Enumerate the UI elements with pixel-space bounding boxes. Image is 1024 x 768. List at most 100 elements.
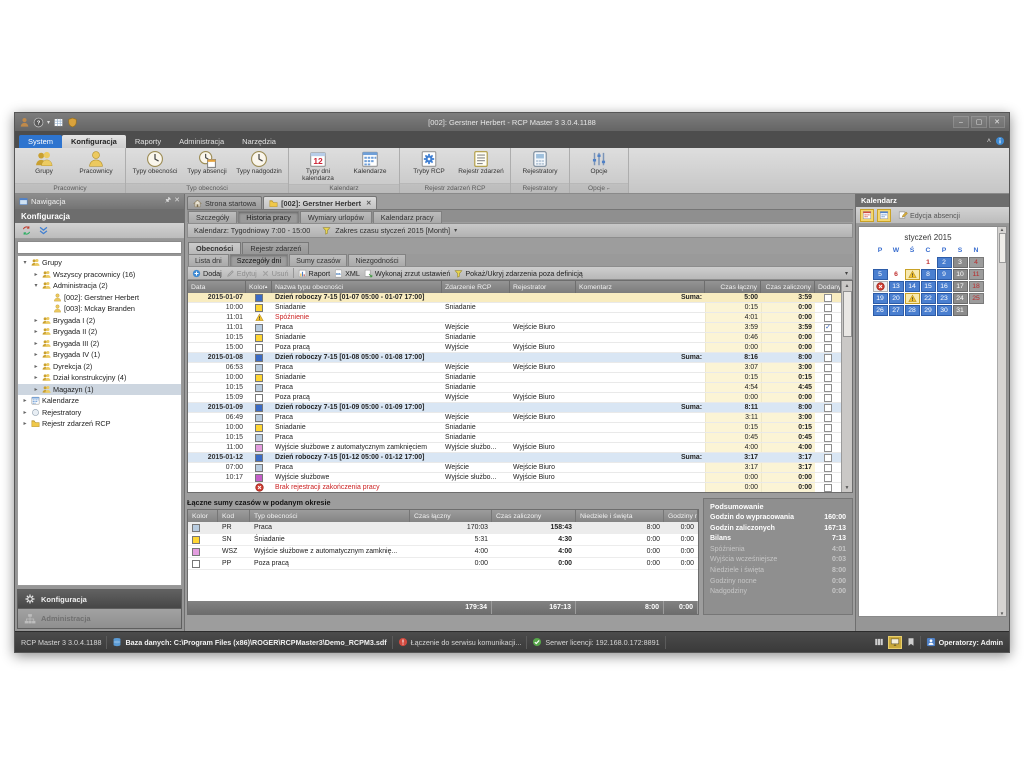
ribbon-button-rejestratory[interactable]: Rejestratory	[514, 149, 566, 177]
table-row[interactable]: 15:00Poza pracąWyjścieWyjście Biuro0:000…	[188, 343, 841, 353]
calendar-day-21[interactable]	[905, 293, 920, 304]
monitor-toggle-button[interactable]	[888, 636, 902, 649]
calendar-day-9[interactable]: 9	[937, 269, 952, 280]
ribbon-button-grupy[interactable]: Grupy	[18, 149, 70, 177]
calendar-day-29[interactable]: 29	[921, 305, 936, 316]
calendar-day-28[interactable]: 28	[905, 305, 920, 316]
nav-filter-input[interactable]	[18, 242, 181, 253]
summary-column-typ-obecności[interactable]: Typ obecności	[250, 510, 410, 522]
summary-row[interactable]: WSZWyjście służbowe z automatycznym zamk…	[188, 546, 698, 558]
tree-expander-icon[interactable]: ▸	[21, 420, 29, 427]
collapse-ribbon-icon[interactable]: ˄	[987, 138, 991, 145]
calendar-day-27[interactable]: 27	[889, 305, 904, 316]
table-row[interactable]: 15:09Poza pracąWyjścieWyjście Biuro0:000…	[188, 393, 841, 403]
calendar-day-17[interactable]: 17	[953, 281, 968, 292]
toolbar-button-wykonaj-zrzut-ustawień[interactable]: Wykonaj zrzut ustawień	[364, 269, 450, 278]
ribbon-button-tryby-rcp[interactable]: Tryby RCP	[403, 149, 455, 177]
close-button[interactable]: ✕	[989, 116, 1005, 128]
scroll-down-icon[interactable]: ▼	[845, 483, 850, 492]
tab-niezgodności[interactable]: Niezgodności	[348, 254, 405, 266]
checkbox-unchecked[interactable]	[824, 474, 832, 482]
checkbox-unchecked[interactable]	[824, 314, 832, 322]
ribbon-tab-narzędzia[interactable]: Narzędzia	[233, 135, 285, 148]
cal-scroll-up-icon[interactable]: ▲	[1000, 227, 1004, 232]
tree-expander-icon[interactable]: ▸	[32, 328, 40, 335]
tree-item-003-mckay-branden[interactable]: [003]: Mckay Branden	[18, 303, 181, 315]
table-row[interactable]: 10:15PracaŚniadanie4:544:45	[188, 383, 841, 393]
table-row[interactable]: 10:00ŚniadanieŚniadanie0:150:15	[188, 373, 841, 383]
tab-szczegóły-dni[interactable]: Szczegóły dni	[230, 254, 288, 266]
checkbox-unchecked[interactable]	[824, 294, 832, 302]
checkbox-unchecked[interactable]	[824, 404, 832, 412]
calendar-scrollbar[interactable]: ▲ ▼	[997, 227, 1006, 616]
calendar-day-13[interactable]: 13	[889, 281, 904, 292]
calendar-day-6[interactable]: 6	[889, 269, 904, 280]
ribbon-button-typy-obecności[interactable]: Typy obecności	[129, 149, 181, 177]
tree-item-dział-konstrukcyjny-4[interactable]: ▸Dział konstrukcyjny (4)	[18, 372, 181, 384]
calendar-day-24[interactable]: 24	[953, 293, 968, 304]
table-row[interactable]: 10:15PracaŚniadanie0:450:45	[188, 433, 841, 443]
tree-expander-icon[interactable]: ▸	[21, 397, 29, 404]
table-row[interactable]: 10:17Wyjście służboweWyjście służbo...Wy…	[188, 473, 841, 483]
summary-column-godziny-nocne[interactable]: Godziny nocne	[664, 510, 698, 522]
minimize-button[interactable]: –	[953, 116, 969, 128]
summary-column-czas-zaliczony[interactable]: Czas zaliczony	[492, 510, 576, 522]
help-icon[interactable]: ?	[33, 117, 44, 128]
tree-expander-icon[interactable]: ▸	[21, 409, 29, 416]
tree-item-brygada-ii-2[interactable]: ▸Brygada II (2)	[18, 326, 181, 338]
ribbon-button-typy-dni-kalendarza[interactable]: 12Typy dni kalendarza	[292, 149, 344, 184]
calendar-day-19[interactable]: 19	[873, 293, 888, 304]
toolbar-button-dodaj[interactable]: Dodaj	[192, 269, 222, 278]
table-row[interactable]: 11:01Spóźnienie4:010:00	[188, 313, 841, 323]
calendar-day-1[interactable]: 1	[921, 257, 936, 268]
tab-lista-dni[interactable]: Lista dni	[188, 254, 229, 266]
checkbox-unchecked[interactable]	[824, 394, 832, 402]
checkbox-unchecked[interactable]	[824, 344, 832, 352]
checkbox-unchecked[interactable]	[824, 354, 832, 362]
tree-expander-icon[interactable]: ▾	[32, 282, 40, 289]
tab-historia-pracy[interactable]: Historia pracy	[238, 211, 299, 223]
calendar-day-2[interactable]: 2	[937, 257, 952, 268]
tab-szczegóły[interactable]: Szczegóły	[188, 211, 237, 223]
checkbox-unchecked[interactable]	[824, 454, 832, 462]
ribbon-button-typy-nadgodzin[interactable]: Typy nadgodzin	[233, 149, 285, 177]
calendar-day-15[interactable]: 15	[921, 281, 936, 292]
checkbox-unchecked[interactable]	[824, 464, 832, 472]
checkbox-unchecked[interactable]	[824, 424, 832, 432]
table-row[interactable]: 10:00ŚniadanieŚniadanie0:150:15	[188, 423, 841, 433]
calendar-day-22[interactable]: 22	[921, 293, 936, 304]
column-header-data[interactable]: Data	[188, 281, 246, 293]
calendar-day-26[interactable]: 26	[873, 305, 888, 316]
column-header-zdarzenie-rcp[interactable]: Zdarzenie RCP	[442, 281, 510, 293]
checkbox-unchecked[interactable]	[824, 444, 832, 452]
ribbon-tab-administracja[interactable]: Administracja	[170, 135, 233, 148]
range-dropdown-icon[interactable]: ▾	[454, 227, 457, 234]
summary-column-kod[interactable]: Kod	[218, 510, 250, 522]
tree-expander-icon[interactable]: ▸	[32, 317, 40, 324]
tree-item-rejestratory[interactable]: ▸Rejestratory	[18, 407, 181, 419]
tree-expander-icon[interactable]: ▸	[32, 271, 40, 278]
tree-item-wszyscy-pracownicy-16[interactable]: ▸Wszyscy pracownicy (16)	[18, 269, 181, 281]
summary-column-kolor[interactable]: Kolor	[188, 510, 218, 522]
tab-kalendarz-pracy[interactable]: Kalendarz pracy	[373, 211, 442, 223]
quick-person-icon[interactable]	[19, 117, 30, 128]
tab-sumy-czasów[interactable]: Sumy czasów	[289, 254, 347, 266]
refresh-icon[interactable]	[21, 225, 32, 236]
qat-dropdown-icon[interactable]: ▾	[47, 119, 50, 126]
calendar-view-red-button[interactable]	[860, 209, 874, 222]
ribbon-button-rejestr-zdarzeń[interactable]: Rejestr zdarzeń	[455, 149, 507, 177]
checkbox-unchecked[interactable]	[824, 364, 832, 372]
checkbox-unchecked[interactable]	[824, 374, 832, 382]
tree-expander-icon[interactable]: ▸	[32, 340, 40, 347]
summary-row[interactable]: PPPoza pracą0:000:000:000:00	[188, 558, 698, 570]
table-group-row[interactable]: 2015-01-08Dzień roboczy 7-15 [01-08 05:0…	[188, 353, 841, 363]
tree-item-brygada-iv-1[interactable]: ▸Brygada IV (1)	[18, 349, 181, 361]
shield-icon[interactable]	[67, 117, 78, 128]
pin-icon[interactable]: 🖈	[165, 196, 171, 207]
table-icon[interactable]	[53, 117, 64, 128]
calendar-day-7[interactable]	[905, 269, 920, 280]
table-group-row[interactable]: 2015-01-07Dzień roboczy 7-15 [01-07 05:0…	[188, 293, 841, 303]
tree-item-rejestr-zdarzeń-rcp[interactable]: ▸Rejestr zdarzeń RCP	[18, 418, 181, 430]
ribbon-button-opcje[interactable]: Opcje	[573, 149, 625, 177]
tree-item-magazyn-1[interactable]: ▸Magazyn (1)	[18, 384, 181, 396]
